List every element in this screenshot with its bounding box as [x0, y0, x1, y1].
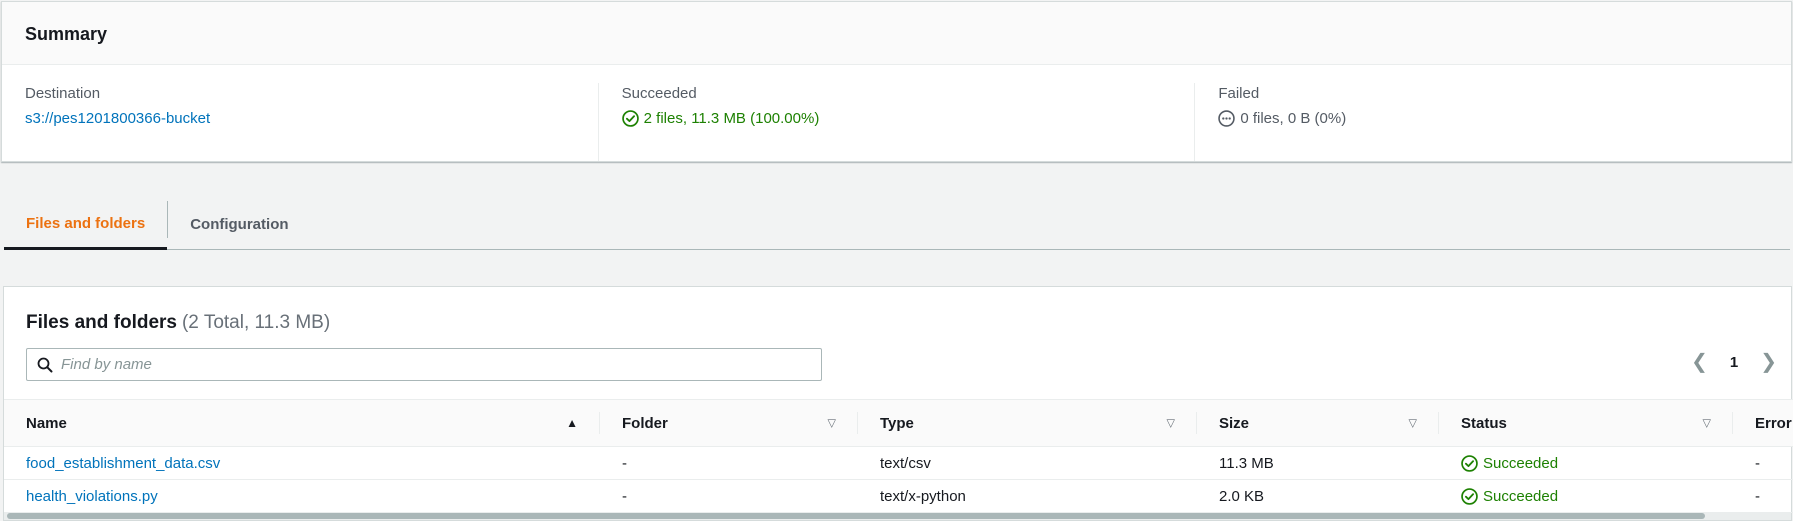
cell-type: text/csv [880, 454, 931, 472]
summary-title: Summary [2, 2, 1791, 65]
tab-bar: Files and folders Configuration [4, 200, 1790, 250]
status-text: Succeeded [1483, 487, 1559, 505]
file-name-link[interactable]: health_violations.py [26, 488, 158, 505]
ellipsis-circle-icon [1218, 110, 1236, 127]
sort-icon[interactable]: ▽ [828, 417, 836, 430]
status-cell: Succeeded [1461, 455, 1733, 472]
horizontal-scrollbar[interactable] [4, 512, 1791, 520]
cell-folder: - [622, 454, 627, 472]
files-table: Name ▲ Folder ▽ Type ▽ Size ▽ Status ▽ Error … [4, 399, 1793, 513]
page-number[interactable]: 1 [1730, 354, 1738, 371]
chevron-left-icon[interactable]: ❮ [1691, 352, 1708, 372]
check-circle-icon [1461, 487, 1478, 505]
tab-files-and-folders[interactable]: Files and folders [4, 200, 168, 250]
cell-folder: - [622, 487, 627, 505]
failed-label: Failed [1218, 85, 1260, 102]
chevron-right-icon[interactable]: ❯ [1760, 352, 1777, 372]
tab-configuration[interactable]: Configuration [168, 200, 310, 249]
scrollbar-thumb[interactable] [7, 513, 1705, 519]
search-icon [37, 357, 53, 372]
files-count: (2 Total, 11.3 MB) [181, 312, 331, 333]
destination-link[interactable]: s3://pes1201800366-bucket [25, 110, 210, 127]
search-box[interactable] [26, 348, 822, 381]
files-title: Files and folders (2 Total, 11.3 MB) [26, 312, 330, 334]
summary-panel: Summary Destination s3://pes1201800366-b… [1, 1, 1792, 162]
succeeded-label: Succeeded [621, 85, 697, 102]
table-header-row: Name ▲ Folder ▽ Type ▽ Size ▽ Status ▽ Error [4, 399, 1793, 447]
column-header-type[interactable]: Type ▽ [858, 400, 1197, 447]
sort-icon[interactable]: ▽ [1167, 417, 1175, 430]
sort-icon[interactable]: ▽ [1703, 417, 1711, 430]
column-header-folder[interactable]: Folder ▽ [600, 400, 858, 447]
files-panel: Files and folders(2 Total, 11.3 MB) ❮ 1 … [3, 286, 1793, 521]
succeeded-value: 2 files, 11.3 MB (100.00%) [643, 110, 820, 127]
table-row: health_violations.py - text/x-python 2.0… [4, 480, 1793, 513]
status-text: Succeeded [1483, 454, 1559, 472]
table-row: food_establishment_data.csv - text/csv 1… [4, 447, 1793, 480]
failed-value: 0 files, 0 B (0%) [1240, 110, 1347, 127]
summary-failed: Failed 0 files, 0 B (0%) [1194, 83, 1791, 161]
summary-columns: Destination s3://pes1201800366-bucket Su… [2, 65, 1791, 161]
check-circle-icon [1461, 454, 1478, 472]
cell-error: - [1755, 487, 1760, 505]
destination-label: Destination [25, 85, 101, 102]
column-header-name[interactable]: Name ▲ [4, 400, 600, 447]
search-input[interactable] [59, 355, 821, 374]
summary-destination: Destination s3://pes1201800366-bucket [2, 83, 598, 161]
column-header-size[interactable]: Size ▽ [1197, 400, 1439, 447]
cell-size: 11.3 MB [1219, 454, 1274, 472]
cell-type: text/x-python [880, 487, 966, 505]
file-name-link[interactable]: food_establishment_data.csv [26, 455, 220, 472]
cell-error: - [1755, 454, 1760, 472]
pagination: ❮ 1 ❯ [1691, 352, 1777, 372]
sort-ascending-icon[interactable]: ▲ [566, 416, 578, 430]
column-header-status[interactable]: Status ▽ [1439, 400, 1733, 447]
cell-size: 2.0 KB [1219, 487, 1265, 505]
sort-icon[interactable]: ▽ [1409, 417, 1417, 430]
summary-succeeded: Succeeded 2 files, 11.3 MB (100.00%) [597, 83, 1195, 161]
files-title-text: Files and folders [26, 312, 177, 333]
check-circle-icon [621, 110, 639, 127]
status-cell: Succeeded [1461, 488, 1733, 505]
column-header-error[interactable]: Error [1733, 400, 1793, 447]
